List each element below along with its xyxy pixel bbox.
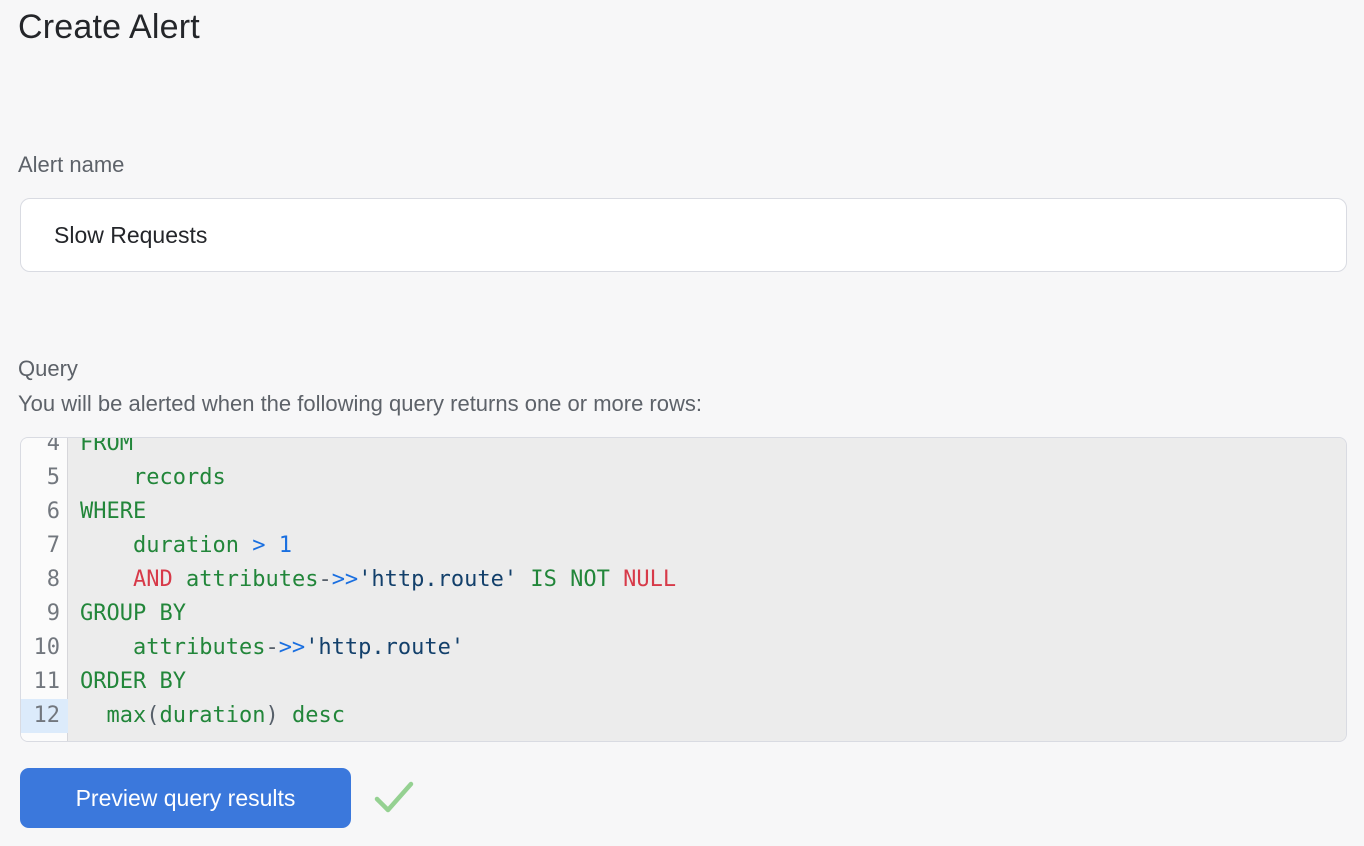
line-number: 9 bbox=[21, 597, 68, 631]
query-valid-check-icon bbox=[372, 778, 416, 818]
query-label: Query bbox=[18, 356, 78, 382]
preview-query-results-button[interactable]: Preview query results bbox=[20, 768, 351, 828]
code-line[interactable]: 6WHERE bbox=[21, 495, 1346, 529]
code-line[interactable]: 12 max(duration) desc bbox=[21, 699, 1346, 733]
create-alert-page: Create Alert Alert name Query You will b… bbox=[0, 0, 1364, 846]
code-text: max(duration) desc bbox=[68, 699, 1346, 733]
code-line[interactable]: 5 records bbox=[21, 461, 1346, 495]
line-number: 5 bbox=[21, 461, 68, 495]
line-number: 10 bbox=[21, 631, 68, 665]
query-description: You will be alerted when the following q… bbox=[18, 391, 702, 417]
code-line[interactable]: 9GROUP BY bbox=[21, 597, 1346, 631]
code-line[interactable]: 4FROM bbox=[21, 437, 1346, 461]
code-text: FROM bbox=[68, 437, 1346, 461]
sql-query-editor[interactable]: 4FROM5 records6WHERE7 duration > 18 AND … bbox=[20, 437, 1347, 742]
code-text: ORDER BY bbox=[68, 665, 1346, 699]
code-editor-content: 4FROM5 records6WHERE7 duration > 18 AND … bbox=[21, 437, 1346, 733]
line-number: 7 bbox=[21, 529, 68, 563]
code-line[interactable]: 11ORDER BY bbox=[21, 665, 1346, 699]
line-number: 11 bbox=[21, 665, 68, 699]
code-text: duration > 1 bbox=[68, 529, 1346, 563]
code-text: AND attributes->>'http.route' IS NOT NUL… bbox=[68, 563, 1346, 597]
line-number: 6 bbox=[21, 495, 68, 529]
line-number: 8 bbox=[21, 563, 68, 597]
code-line[interactable]: 8 AND attributes->>'http.route' IS NOT N… bbox=[21, 563, 1346, 597]
code-text: records bbox=[68, 461, 1346, 495]
code-text: attributes->>'http.route' bbox=[68, 631, 1346, 665]
code-line[interactable]: 7 duration > 1 bbox=[21, 529, 1346, 563]
page-title: Create Alert bbox=[18, 8, 200, 47]
code-line[interactable]: 10 attributes->>'http.route' bbox=[21, 631, 1346, 665]
line-number: 12 bbox=[21, 699, 68, 733]
alert-name-input[interactable] bbox=[20, 198, 1347, 272]
code-text: GROUP BY bbox=[68, 597, 1346, 631]
code-text: WHERE bbox=[68, 495, 1346, 529]
line-number: 4 bbox=[21, 437, 68, 461]
alert-name-label: Alert name bbox=[18, 152, 124, 178]
